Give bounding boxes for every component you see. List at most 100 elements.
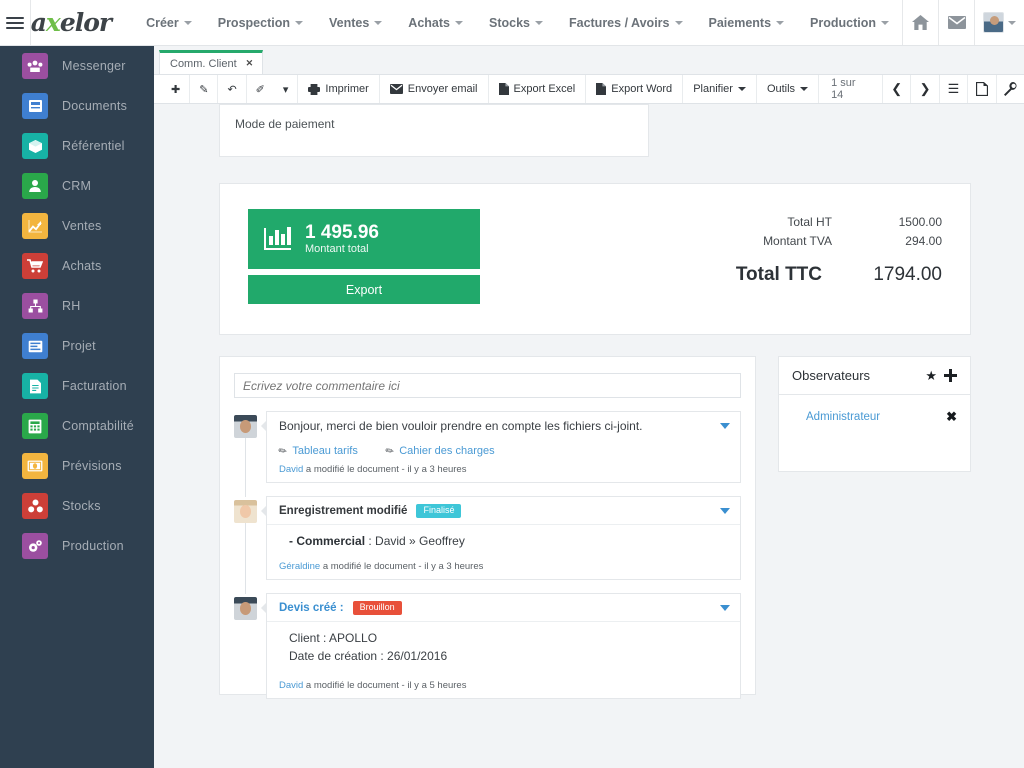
- comment-header: Enregistrement modifié Finalisé: [267, 497, 740, 525]
- chevron-down-icon: [294, 20, 303, 25]
- menu-stocks-label: Stocks: [488, 15, 530, 30]
- edit-record-button[interactable]: ✎: [190, 75, 219, 103]
- menu-creer[interactable]: Créer: [133, 16, 205, 30]
- previsions-icon: [22, 453, 48, 479]
- sidebar-item-production[interactable]: Production: [0, 526, 154, 566]
- new-record-button[interactable]: ✚: [162, 75, 191, 103]
- planifier-dropdown[interactable]: Planifier: [683, 75, 757, 103]
- main-menu: Créer Prospection Ventes Achats Stocks F…: [111, 0, 902, 45]
- menu-stocks[interactable]: Stocks: [476, 16, 556, 30]
- attach-button[interactable]: ✐: [247, 75, 274, 103]
- prev-record-button[interactable]: ❮: [881, 75, 910, 103]
- total-ht-label: Total HT: [787, 215, 832, 229]
- total-ttc-label: Total TTC: [735, 264, 822, 285]
- next-record-button[interactable]: ❯: [910, 75, 938, 103]
- chevron-down-icon: [881, 20, 889, 25]
- export-button[interactable]: Export: [248, 275, 480, 304]
- sidebar-item-stocks[interactable]: Stocks: [0, 486, 154, 526]
- sidebar-item-facturation-label: Facturation: [62, 379, 127, 393]
- sidebar-item-ventes[interactable]: Ventes: [0, 206, 154, 246]
- attachment-link[interactable]: ✎ Cahier des charges: [383, 444, 494, 458]
- export-excel-button-label: Export Excel: [513, 83, 576, 95]
- comment-author[interactable]: David: [279, 464, 303, 475]
- user-menu-button[interactable]: [974, 0, 1024, 45]
- sidebar-item-crm-label: CRM: [62, 179, 92, 193]
- sidebar-item-projet[interactable]: Projet: [0, 326, 154, 366]
- print-button[interactable]: Imprimer: [298, 75, 380, 103]
- mail-button[interactable]: [938, 0, 974, 45]
- export-excel-button[interactable]: Export Excel: [489, 75, 587, 103]
- menu-paiements[interactable]: Paiements: [696, 16, 798, 30]
- montant-tva-row: Montant TVA 294.00: [642, 234, 942, 248]
- list-view-button[interactable]: ☰: [938, 75, 967, 103]
- send-email-button[interactable]: Envoyer email: [380, 75, 489, 103]
- home-button[interactable]: [902, 0, 938, 45]
- comment-author[interactable]: David: [279, 680, 303, 691]
- stocks-icon: [22, 493, 48, 519]
- tab-comm-client[interactable]: Comm. Client ✕: [159, 50, 264, 74]
- avatar: [234, 415, 257, 438]
- comment-title[interactable]: Devis créé :: [279, 602, 344, 614]
- comment-input[interactable]: [234, 373, 741, 398]
- chevron-down-icon[interactable]: [720, 508, 730, 514]
- comment-header: Bonjour, merci de bien vouloir prendre e…: [267, 412, 740, 439]
- observers-actions: ★: [925, 368, 957, 384]
- chevron-down-icon: [534, 20, 543, 25]
- sidebar-item-comptabilite[interactable]: Comptabilité: [0, 406, 154, 446]
- export-word-button[interactable]: Export Word: [586, 75, 684, 103]
- chevron-down-icon: [183, 20, 192, 25]
- crm-icon: [22, 173, 48, 199]
- documents-icon: [22, 93, 48, 119]
- settings-button[interactable]: [995, 75, 1024, 103]
- menu-ventes[interactable]: Ventes: [316, 16, 395, 30]
- menu-toggle-button[interactable]: [0, 0, 31, 45]
- tab-strip: Comm. Client ✕: [154, 46, 1024, 74]
- menu-factures-avoirs[interactable]: Factures / Avoirs: [556, 16, 696, 30]
- more-actions-button[interactable]: ▾: [274, 75, 299, 103]
- undo-button[interactable]: ↶: [218, 75, 247, 103]
- star-icon[interactable]: ★: [925, 368, 937, 384]
- envelope-icon: [947, 16, 966, 29]
- app-logo[interactable]: a x elor: [31, 0, 112, 45]
- chevron-down-icon: ▾: [282, 83, 289, 96]
- chevron-down-icon: [454, 20, 463, 25]
- chevron-down-icon[interactable]: [720, 423, 730, 429]
- paperclip-icon: ✎: [383, 444, 397, 458]
- wrench-icon: [1003, 82, 1017, 96]
- sidebar-item-crm[interactable]: CRM: [0, 166, 154, 206]
- sidebar-item-facturation[interactable]: Facturation: [0, 366, 154, 406]
- comment-header: Devis créé : Brouillon: [267, 594, 740, 622]
- payment-mode-panel: Mode de paiement: [219, 104, 649, 157]
- menu-production[interactable]: Production: [797, 16, 902, 30]
- menu-prospection[interactable]: Prospection: [205, 16, 316, 30]
- attachment-link[interactable]: ✎ Tableau tarifs: [276, 444, 358, 458]
- logo-text-x: x: [45, 8, 61, 37]
- observers-panel: Observateurs ★ Administrateur ✖: [778, 356, 971, 472]
- comment-item: Devis créé : Brouillon Client : APOLLO D…: [234, 593, 741, 699]
- comment-body: Bonjour, merci de bien vouloir prendre e…: [261, 411, 741, 483]
- toolbar-right-group: 1 sur 14 ❮ ❯ ☰: [819, 75, 1024, 103]
- sidebar-item-achats[interactable]: Achats: [0, 246, 154, 286]
- sidebar-item-referentiel[interactable]: Référentiel: [0, 126, 154, 166]
- chevron-down-icon: [1008, 20, 1016, 25]
- comment-change-value: : David » Geoffrey: [365, 534, 465, 548]
- form-view-button[interactable]: [967, 75, 995, 103]
- sidebar-item-rh[interactable]: RH: [0, 286, 154, 326]
- comment-author[interactable]: Géraldine: [279, 561, 320, 572]
- sidebar-item-previsions[interactable]: Prévisions: [0, 446, 154, 486]
- close-icon[interactable]: ✖: [946, 409, 957, 425]
- plus-icon[interactable]: [944, 369, 957, 382]
- observer-name[interactable]: Administrateur: [806, 411, 880, 423]
- sidebar-item-messenger[interactable]: Messenger: [0, 46, 154, 86]
- sidebar-item-comptabilite-label: Comptabilité: [62, 419, 134, 433]
- paperclip-icon: ✎: [276, 444, 290, 458]
- chevron-down-icon[interactable]: [720, 605, 730, 611]
- file-icon: [498, 83, 509, 95]
- menu-paiements-label: Paiements: [708, 15, 772, 30]
- menu-achats[interactable]: Achats: [395, 16, 476, 30]
- sidebar-item-previsions-label: Prévisions: [62, 459, 122, 473]
- sidebar-item-documents[interactable]: Documents: [0, 86, 154, 126]
- close-icon[interactable]: ✕: [246, 58, 254, 69]
- outils-dropdown[interactable]: Outils: [757, 75, 820, 103]
- achats-icon: [22, 253, 48, 279]
